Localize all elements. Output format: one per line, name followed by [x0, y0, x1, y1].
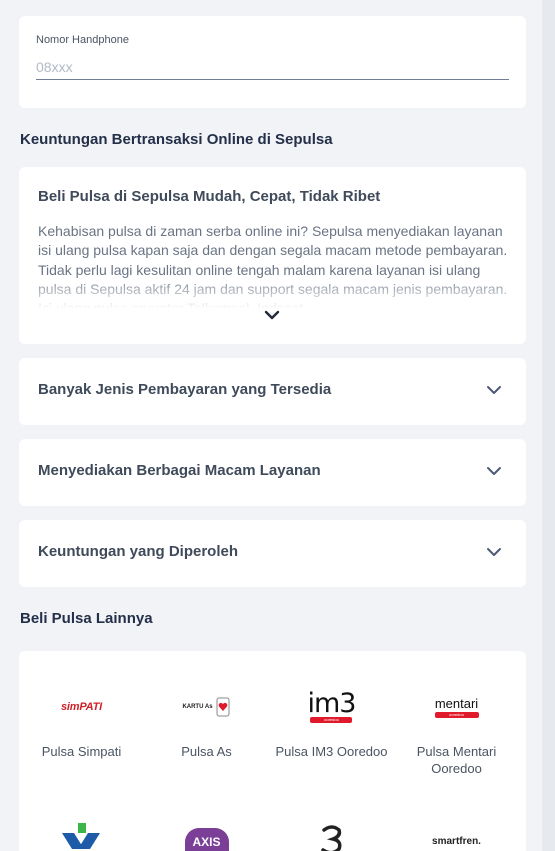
operator-grid-card: simPATI Pulsa Simpati KARTU As Pulsa As … — [19, 651, 526, 851]
mentari-logo-text: mentari — [434, 695, 479, 711]
operator-label: Pulsa As — [181, 744, 232, 759]
three-logo-icon — [320, 825, 341, 851]
other-pulsa-section-title: Beli Pulsa Lainnya — [20, 610, 153, 627]
benefits-section-title: Keuntungan Bertransaksi Online di Sepuls… — [20, 131, 333, 148]
operator-label: Pulsa Mentari Ooredoo — [416, 744, 497, 776]
accordion-item-benefits[interactable]: Keuntungan yang Diperoleh — [19, 520, 526, 587]
im3-logo: im3 ooredoo — [269, 687, 394, 727]
expand-chevron-down-icon[interactable] — [262, 307, 282, 323]
operator-item-mentari[interactable]: mentari ooredoo Pulsa Mentari Ooredoo — [394, 687, 519, 777]
smartfren-logo-text: smartfren. — [432, 835, 481, 847]
accordion-item-label: Banyak Jenis Pembayaran yang Tersedia — [38, 381, 332, 398]
ooredoo-bar: ooredoo — [310, 717, 353, 723]
operator-item-axis[interactable]: AXIS — [144, 821, 269, 851]
operator-item-as[interactable]: KARTU As Pulsa As — [144, 687, 269, 760]
chevron-down-icon[interactable] — [485, 382, 503, 398]
phone-number-input[interactable] — [36, 54, 509, 80]
accordion-item-label: Keuntungan yang Diperoleh — [38, 543, 239, 560]
phone-number-card: Nomor Handphone — [19, 16, 526, 108]
accordion-item-services[interactable]: Menyediakan Berbagai Macam Layanan — [19, 439, 526, 506]
chevron-down-icon[interactable] — [485, 463, 503, 479]
heart-card-icon — [216, 697, 230, 717]
accordion-item-label: Menyediakan Berbagai Macam Layanan — [38, 462, 321, 479]
phone-number-label: Nomor Handphone — [36, 34, 129, 46]
three-logo — [269, 821, 394, 851]
page-scrollbar[interactable] — [542, 0, 555, 851]
benefits-article-card: Beli Pulsa di Sepulsa Mudah, Cepat, Tida… — [19, 167, 526, 344]
operator-label: Pulsa Simpati — [41, 744, 122, 759]
axis-logo: AXIS — [144, 821, 269, 851]
operator-item-smartfren[interactable]: smartfren. — [394, 821, 519, 851]
mentari-logo: mentari ooredoo — [394, 687, 519, 727]
operator-label: Pulsa IM3 Ooredoo — [275, 744, 388, 759]
im3-logo-text: im3 — [307, 688, 357, 719]
operator-item-xl[interactable] — [19, 821, 144, 851]
axis-logo-text: AXIS — [184, 828, 229, 851]
article-title: Beli Pulsa di Sepulsa Mudah, Cepat, Tida… — [38, 188, 381, 205]
xl-logo-icon — [61, 823, 100, 849]
operator-item-im3[interactable]: im3 ooredoo Pulsa IM3 Ooredoo — [269, 687, 394, 760]
accordion-item-payment-types[interactable]: Banyak Jenis Pembayaran yang Tersedia — [19, 358, 526, 425]
operator-item-simpati[interactable]: simPATI Pulsa Simpati — [19, 687, 144, 760]
simpati-logo-text: simPATI — [61, 701, 102, 713]
chevron-down-icon[interactable] — [485, 544, 503, 560]
kartu-as-logo-text: KARTU As — [182, 704, 213, 710]
simpati-logo: simPATI — [19, 687, 144, 727]
xl-logo — [19, 821, 144, 851]
operator-item-three[interactable] — [269, 821, 394, 851]
ooredoo-bar: ooredoo — [434, 711, 479, 718]
smartfren-logo: smartfren. — [394, 821, 519, 851]
kartu-as-logo: KARTU As — [144, 687, 269, 727]
